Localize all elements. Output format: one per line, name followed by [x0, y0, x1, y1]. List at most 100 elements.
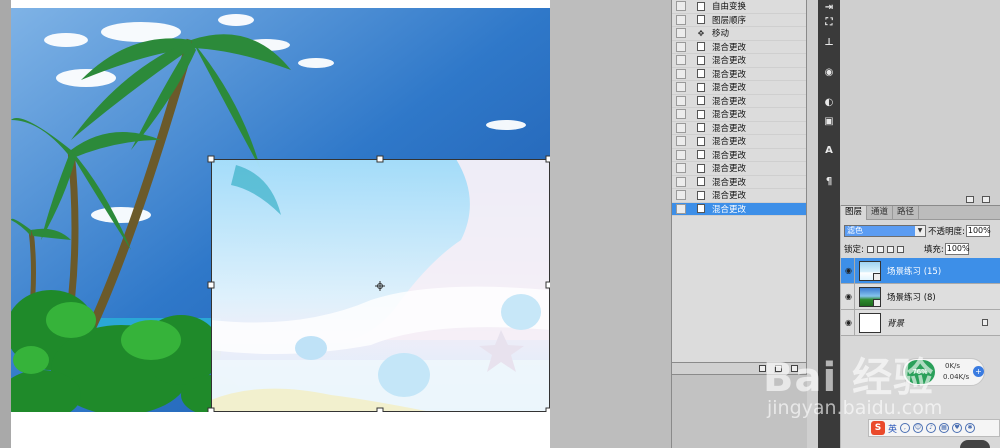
history-item-label: 混合更改 — [712, 96, 747, 107]
layer-name: 背景 — [887, 318, 905, 329]
plus-button[interactable]: + — [973, 366, 984, 377]
character-icon[interactable]: A — [821, 143, 837, 157]
history-item[interactable]: 混合更改 — [672, 162, 806, 176]
history-snapshot-checkbox[interactable] — [676, 203, 686, 214]
layer-thumbnail — [859, 312, 881, 333]
voice-icon[interactable]: ♪ — [926, 423, 937, 433]
adjustments-icon[interactable]: ◐ — [821, 95, 837, 109]
lock-pixels-icon[interactable] — [876, 245, 884, 253]
layer-thumbnail — [859, 260, 881, 281]
history-snapshot-checkbox[interactable] — [676, 1, 686, 12]
smart-object-icon — [873, 298, 881, 307]
tool-presets-icon[interactable]: ⊥ — [821, 35, 837, 49]
document-icon — [696, 136, 706, 146]
layer-row[interactable]: ◉ 场景练习 (8) — [841, 283, 1000, 310]
history-item[interactable]: 混合更改 — [672, 108, 806, 122]
document-icon — [696, 109, 706, 119]
lock-position-icon[interactable] — [886, 245, 894, 253]
opacity-input[interactable]: 100% — [965, 225, 991, 237]
workspace-background — [550, 0, 671, 448]
history-item[interactable]: 混合更改 — [672, 41, 806, 54]
document-icon — [696, 55, 706, 65]
layer-thumbnail — [859, 286, 881, 307]
history-panel-footer — [671, 362, 807, 375]
lock-all-icon[interactable] — [896, 245, 904, 253]
opacity-label: 不透明度: — [928, 227, 965, 237]
history-item[interactable]: 混合更改 — [672, 68, 806, 81]
collapsed-panel-icons: ⇥ ⛶ ⊥ ◉ ◐ ▣ A ¶ — [818, 0, 840, 448]
tab-paths[interactable]: 路径 — [893, 206, 920, 220]
history-item-label: 图层顺序 — [712, 15, 747, 26]
history-item-label: 混合更改 — [712, 177, 747, 188]
history-item[interactable]: 混合更改 — [672, 81, 806, 95]
panel-scroll-icon[interactable] — [982, 196, 990, 203]
history-snapshot-checkbox[interactable] — [676, 136, 686, 147]
history-snapshot-checkbox[interactable] — [676, 176, 686, 187]
history-snapshot-checkbox[interactable] — [676, 122, 686, 133]
ime-toolbar: S 英 , ☺ ♪ ▦ ♥ ✱ — [868, 419, 1000, 437]
eye-icon[interactable]: ◉ — [843, 309, 855, 336]
network-speed-widget[interactable]: 76% 0K/s 0.04K/s + — [902, 358, 985, 386]
history-item[interactable]: 混合更改 — [672, 149, 806, 162]
layers-panel-tabs: 图层 通道 路径 — [841, 206, 1000, 220]
blend-mode-select[interactable]: 滤色 ▼ — [844, 225, 926, 237]
punctuation-icon[interactable]: , — [900, 423, 911, 433]
keyboard-icon[interactable]: ▦ — [939, 423, 950, 433]
layer-row-background[interactable]: ◉ 背景 — [841, 309, 1000, 336]
new-snapshot-icon[interactable] — [775, 365, 782, 372]
layer-row-active[interactable]: ◉ 场景练习 (15) — [841, 257, 1000, 284]
document-icon — [696, 190, 706, 200]
history-snapshot-checkbox[interactable] — [676, 149, 686, 160]
history-snapshot-checkbox[interactable] — [676, 163, 686, 174]
history-item[interactable]: 混合更改 — [672, 54, 806, 68]
history-item[interactable]: 自由变换 — [672, 0, 806, 14]
eye-icon[interactable]: ◉ — [843, 283, 855, 310]
masks-icon[interactable]: ▣ — [821, 114, 837, 128]
canvas-artwork — [11, 0, 550, 448]
clone-source-icon[interactable]: ⛶ — [821, 15, 837, 29]
history-snapshot-checkbox[interactable] — [676, 109, 686, 120]
canvas-left-margin — [0, 0, 11, 448]
new-document-from-state-icon[interactable] — [759, 365, 766, 372]
panel-scroll-icon[interactable] — [966, 196, 974, 203]
history-item-label: 混合更改 — [712, 191, 747, 202]
document-icon — [696, 15, 706, 25]
sogou-logo-icon[interactable]: S — [871, 421, 885, 435]
history-item[interactable]: 混合更改 — [672, 176, 806, 189]
actions-icon[interactable]: ⇥ — [821, 0, 837, 14]
history-item[interactable]: 混合更改 — [672, 95, 806, 108]
history-item[interactable]: 图层顺序 — [672, 14, 806, 27]
history-item[interactable]: 混合更改 — [672, 189, 806, 203]
history-item[interactable]: ✥ 移动 — [672, 27, 806, 41]
blend-row: 滤色 ▼ 不透明度: 100% — [844, 224, 998, 238]
ime-mode[interactable]: 英 — [888, 422, 897, 435]
lock-transparent-icon[interactable] — [866, 245, 874, 253]
eye-icon[interactable]: ◉ — [843, 257, 855, 284]
emoji-icon[interactable]: ☺ — [913, 423, 924, 433]
history-item[interactable]: 混合更改 — [672, 135, 806, 149]
trash-icon[interactable] — [791, 365, 798, 372]
history-snapshot-checkbox[interactable] — [676, 68, 686, 79]
toolbox-icon[interactable]: ✱ — [965, 423, 976, 433]
tab-layers[interactable]: 图层 — [841, 206, 868, 220]
history-snapshot-checkbox[interactable] — [676, 82, 686, 93]
document-icon — [696, 177, 706, 187]
skin-icon[interactable]: ♥ — [952, 423, 963, 433]
history-item[interactable]: 混合更改 — [672, 122, 806, 135]
tab-channels[interactable]: 通道 — [867, 206, 894, 220]
history-snapshot-checkbox[interactable] — [676, 14, 686, 25]
paragraph-icon[interactable]: ¶ — [821, 174, 837, 188]
document-icon — [696, 163, 706, 173]
lock-row: 锁定: 填充: 100% — [844, 242, 1000, 256]
document-icon — [696, 96, 706, 106]
color-palette-icon[interactable]: ◉ — [821, 65, 837, 79]
document-icon — [696, 123, 706, 133]
history-snapshot-checkbox[interactable] — [676, 28, 686, 39]
history-item-active[interactable]: 混合更改 — [672, 202, 806, 216]
history-snapshot-checkbox[interactable] — [676, 41, 686, 52]
history-snapshot-checkbox[interactable] — [676, 55, 686, 66]
document-canvas[interactable] — [11, 0, 550, 448]
history-snapshot-checkbox[interactable] — [676, 95, 686, 106]
history-snapshot-checkbox[interactable] — [676, 190, 686, 201]
fill-input[interactable]: 100% — [944, 243, 970, 255]
